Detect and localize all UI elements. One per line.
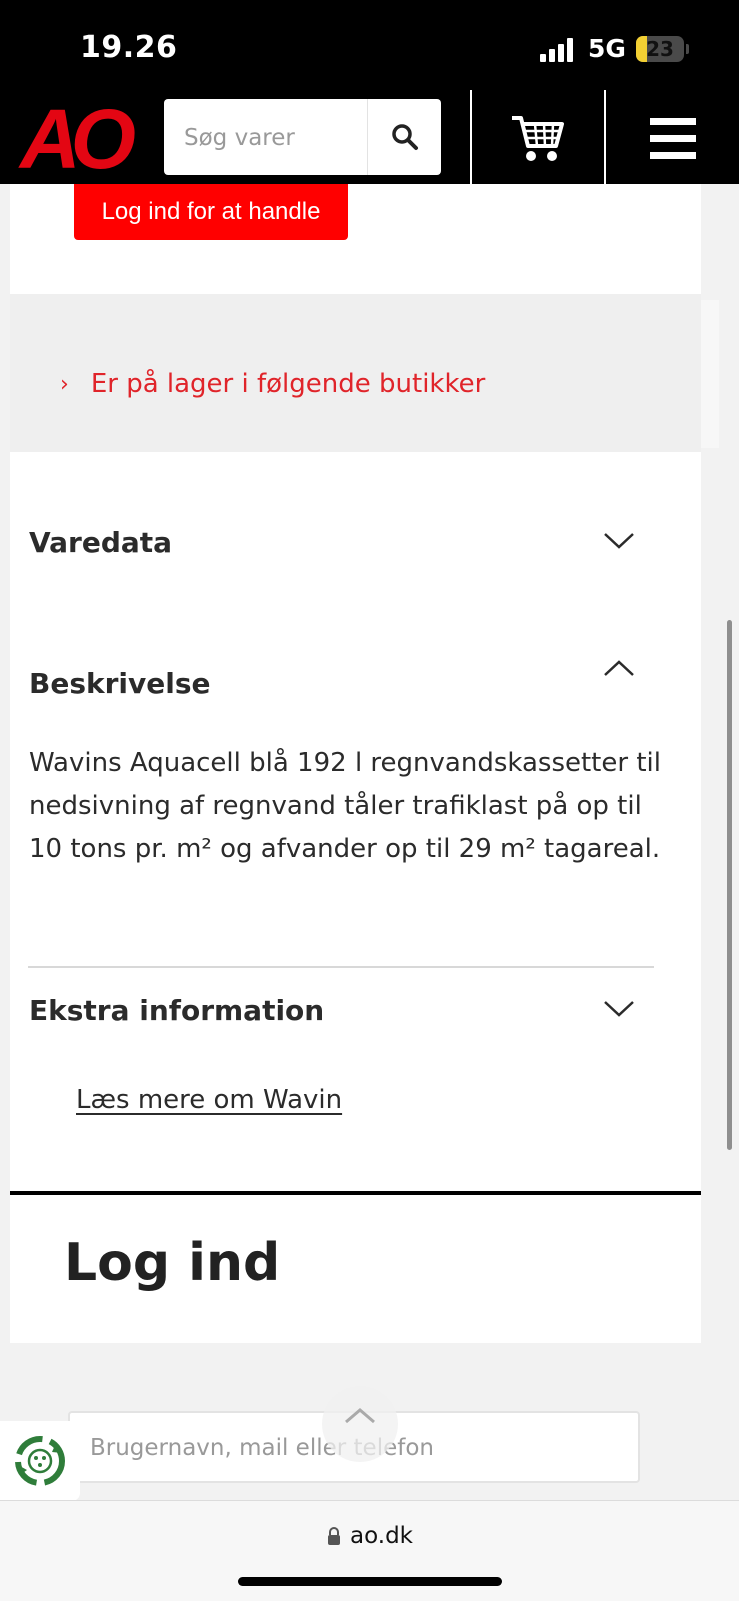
search-box xyxy=(164,99,441,177)
stock-link-label: Er på lager i følgende butikker xyxy=(90,369,486,399)
section-title-ekstra-information: Ekstra information xyxy=(29,994,325,1027)
search-icon xyxy=(391,124,418,150)
scroll-to-top-button[interactable] xyxy=(322,1386,398,1462)
chevron-right-icon: › xyxy=(60,371,69,397)
site-header: AO xyxy=(0,90,739,186)
section-divider xyxy=(28,966,654,968)
battery-tip xyxy=(686,44,689,54)
panel-shadow xyxy=(701,300,719,448)
section-title-beskrivelse: Beskrivelse xyxy=(29,667,211,700)
chevron-up-icon xyxy=(604,660,634,676)
network-label: 5G xyxy=(588,34,626,63)
lock-icon xyxy=(328,1527,340,1545)
stock-stores-link[interactable]: › Er på lager i følgende butikker xyxy=(60,366,485,402)
product-description: Wavins Aquacell blå 192 l regnvandskasse… xyxy=(29,748,661,864)
login-section: Log ind xyxy=(10,1191,701,1343)
search-button[interactable] xyxy=(368,99,441,175)
login-heading: Log ind xyxy=(64,1233,281,1293)
scrollbar[interactable] xyxy=(727,620,732,1150)
login-to-shop-button[interactable]: Log ind for at handle xyxy=(74,184,348,240)
home-indicator xyxy=(238,1577,502,1586)
product-details-card: Varedata Beskrivelse Wavins Aquacell blå… xyxy=(10,452,701,1193)
cart-button[interactable] xyxy=(498,106,578,170)
url-text: ao.dk xyxy=(350,1523,413,1549)
recycle-icon xyxy=(15,1436,65,1486)
battery-level: 23 xyxy=(646,37,674,61)
section-title-varedata: Varedata xyxy=(29,526,173,559)
stock-panel: › Er på lager i følgende butikker xyxy=(10,294,701,452)
header-separator xyxy=(604,90,606,184)
chevron-down-icon xyxy=(604,533,634,549)
status-bar: 19.26 5G 23 xyxy=(0,0,739,96)
chevron-up-icon xyxy=(345,1408,375,1424)
signal-icon xyxy=(540,38,576,62)
chevron-down-icon xyxy=(604,1001,634,1017)
battery-icon: 23 xyxy=(636,36,684,62)
ao-logo[interactable]: AO xyxy=(18,92,148,186)
header-separator xyxy=(470,90,472,184)
search-input[interactable] xyxy=(182,99,366,177)
menu-icon[interactable] xyxy=(638,114,710,164)
ao-logo-text: AO xyxy=(18,100,135,178)
eco-badge[interactable] xyxy=(0,1421,80,1501)
status-time: 19.26 xyxy=(80,30,178,65)
url-display[interactable]: ao.dk xyxy=(0,1523,739,1549)
browser-address-bar: ao.dk xyxy=(0,1500,739,1601)
ao-logo-mark: AO xyxy=(18,92,145,186)
cart-icon xyxy=(512,116,564,161)
read-more-wavin-link[interactable]: Læs mere om Wavin xyxy=(76,1085,342,1115)
